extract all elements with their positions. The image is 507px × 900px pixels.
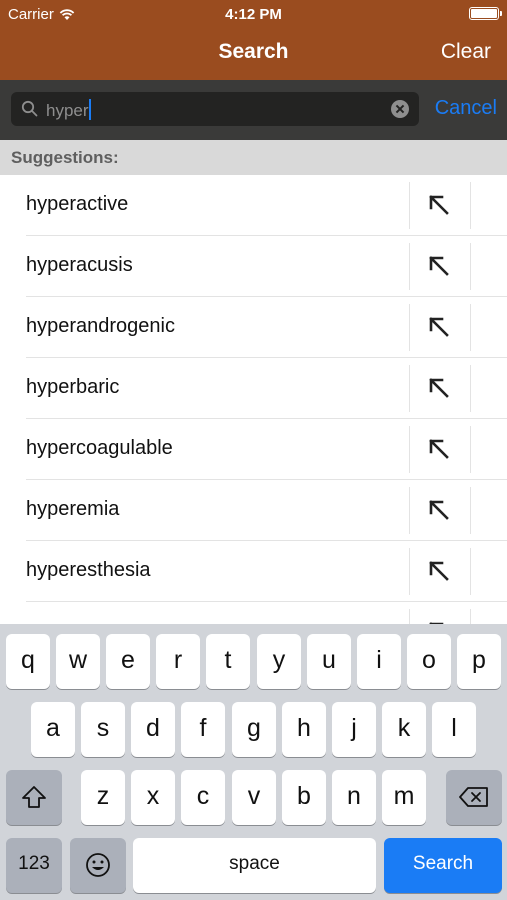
- suggestion-label[interactable]: hyperactive: [26, 193, 128, 216]
- divider: [470, 182, 471, 229]
- fill-query-arrow-icon[interactable]: [428, 255, 450, 277]
- divider: [409, 304, 410, 351]
- backspace-key[interactable]: [446, 770, 502, 825]
- fill-query-arrow-icon[interactable]: [428, 194, 450, 216]
- key-h[interactable]: h: [282, 702, 326, 757]
- clear-text-icon[interactable]: [391, 100, 409, 118]
- key-l[interactable]: l: [432, 702, 476, 757]
- divider: [470, 426, 471, 473]
- text-caret: [88, 99, 91, 120]
- suggestion-row[interactable]: hyperesthesia: [0, 541, 507, 602]
- key-p[interactable]: p: [457, 634, 501, 689]
- key-v[interactable]: v: [232, 770, 276, 825]
- divider: [470, 365, 471, 412]
- shift-icon: [22, 786, 46, 808]
- suggestion-label[interactable]: hyperemia: [26, 498, 119, 521]
- status-bar: Carrier 4:12 PM: [0, 0, 507, 28]
- key-k[interactable]: k: [382, 702, 426, 757]
- divider: [409, 243, 410, 290]
- suggestion-row[interactable]: hyperbaric: [0, 358, 507, 419]
- key-j[interactable]: j: [332, 702, 376, 757]
- divider: [409, 426, 410, 473]
- divider: [409, 548, 410, 595]
- navigation-bar: Carrier 4:12 PM Search Clear: [0, 0, 507, 80]
- onscreen-keyboard: q w e r t y u i o p a s d f g h j k l z …: [0, 624, 507, 900]
- key-m[interactable]: m: [382, 770, 426, 825]
- suggestion-row[interactable]: hyperemia: [0, 480, 507, 541]
- suggestions-list: hyperactive hyperacusis hyperandrogenic …: [0, 175, 507, 627]
- search-input[interactable]: hyper: [11, 92, 419, 126]
- cancel-button[interactable]: Cancel: [435, 97, 497, 120]
- page-title: Search: [218, 40, 289, 63]
- key-b[interactable]: b: [282, 770, 326, 825]
- space-key[interactable]: space: [133, 838, 376, 893]
- search-bar: hyper Cancel: [0, 80, 507, 140]
- key-c[interactable]: c: [181, 770, 225, 825]
- shift-key[interactable]: [6, 770, 62, 825]
- clock: 4:12 PM: [225, 6, 282, 23]
- key-y[interactable]: y: [257, 634, 301, 689]
- emoji-key[interactable]: [70, 838, 126, 893]
- suggestion-row[interactable]: hyperactive: [0, 175, 507, 236]
- key-d[interactable]: d: [131, 702, 175, 757]
- key-w[interactable]: w: [56, 634, 100, 689]
- fill-query-arrow-icon[interactable]: [428, 438, 450, 460]
- key-q[interactable]: q: [6, 634, 50, 689]
- suggestion-row[interactable]: hypercoagulable: [0, 419, 507, 480]
- battery-icon: [469, 7, 502, 20]
- divider: [409, 487, 410, 534]
- divider: [470, 548, 471, 595]
- fill-query-arrow-icon[interactable]: [428, 316, 450, 338]
- fill-query-arrow-icon[interactable]: [428, 499, 450, 521]
- clear-button[interactable]: Clear: [441, 40, 491, 64]
- divider: [409, 365, 410, 412]
- fill-query-arrow-icon[interactable]: [428, 377, 450, 399]
- key-t[interactable]: t: [206, 634, 250, 689]
- suggestion-label[interactable]: hyperacusis: [26, 254, 133, 277]
- emoji-icon: [86, 853, 110, 877]
- search-icon: [21, 100, 38, 117]
- divider: [470, 487, 471, 534]
- key-e[interactable]: e: [106, 634, 150, 689]
- key-s[interactable]: s: [81, 702, 125, 757]
- suggestion-label[interactable]: hyperbaric: [26, 376, 119, 399]
- key-f[interactable]: f: [181, 702, 225, 757]
- suggestion-row[interactable]: hyperandrogenic: [0, 297, 507, 358]
- key-g[interactable]: g: [232, 702, 276, 757]
- search-input-value: hyper: [46, 99, 91, 120]
- key-r[interactable]: r: [156, 634, 200, 689]
- key-u[interactable]: u: [307, 634, 351, 689]
- key-x[interactable]: x: [131, 770, 175, 825]
- suggestion-label[interactable]: hyperesthesia: [26, 559, 151, 582]
- suggestions-header: Suggestions:: [0, 140, 507, 175]
- search-key[interactable]: Search: [384, 838, 502, 893]
- fill-query-arrow-icon[interactable]: [428, 560, 450, 582]
- key-z[interactable]: z: [81, 770, 125, 825]
- backspace-icon: [459, 787, 488, 807]
- divider: [470, 304, 471, 351]
- suggestion-label[interactable]: hyperandrogenic: [26, 315, 175, 338]
- key-a[interactable]: a: [31, 702, 75, 757]
- suggestion-row[interactable]: hyperacusis: [0, 236, 507, 297]
- divider: [470, 243, 471, 290]
- divider: [409, 182, 410, 229]
- suggestion-label[interactable]: hypercoagulable: [26, 437, 173, 460]
- key-n[interactable]: n: [332, 770, 376, 825]
- key-i[interactable]: i: [357, 634, 401, 689]
- key-o[interactable]: o: [407, 634, 451, 689]
- numbers-key[interactable]: 123: [6, 838, 62, 893]
